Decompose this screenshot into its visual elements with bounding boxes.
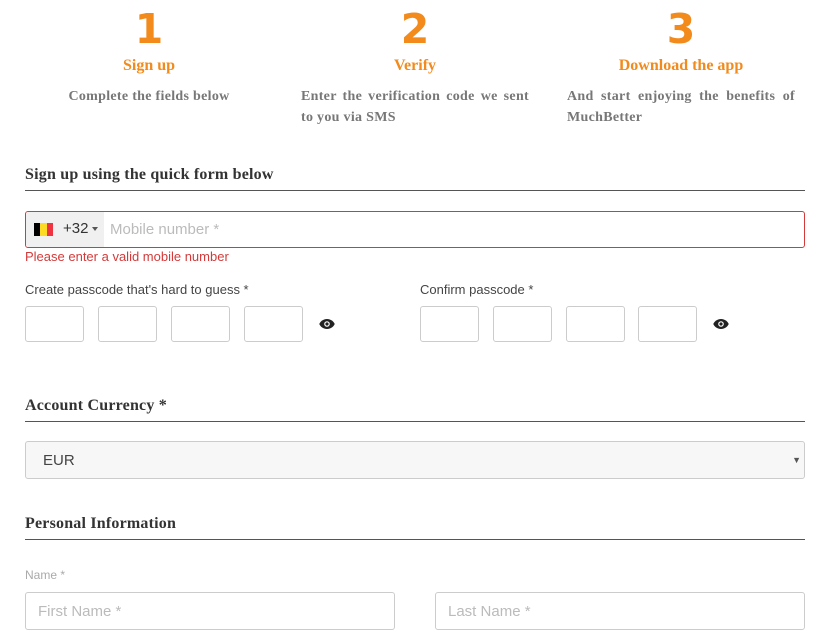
passcode-digit-3[interactable] xyxy=(171,306,230,342)
confirm-digit-1[interactable] xyxy=(420,306,479,342)
step-description: Enter the verification code we sent to y… xyxy=(301,89,529,125)
passcode-digit-4[interactable] xyxy=(244,306,303,342)
name-label: Name * xyxy=(25,568,66,582)
step-title: Download the app xyxy=(618,57,744,74)
confirm-passcode-label: Confirm passcode * xyxy=(420,282,534,297)
step-title: Verify xyxy=(393,57,437,74)
mobile-number-input[interactable] xyxy=(110,212,790,247)
step-description: Complete the fields below xyxy=(68,89,230,104)
eye-icon[interactable] xyxy=(713,318,729,330)
flag-belgium-icon xyxy=(34,223,53,236)
passcode-digit-2[interactable] xyxy=(98,306,157,342)
country-code-selector[interactable]: +32 xyxy=(26,212,104,247)
confirm-digit-3[interactable] xyxy=(566,306,625,342)
step-description: And start enjoying the benefits of MuchB… xyxy=(567,89,795,125)
step-number: 1 xyxy=(134,5,164,53)
phone-error-message: Please enter a valid mobile number xyxy=(25,249,229,264)
personal-information-heading: Personal Information xyxy=(25,515,805,540)
step-number: 3 xyxy=(666,5,696,53)
country-code: +32 xyxy=(63,220,89,237)
quick-form-heading: Sign up using the quick form below xyxy=(25,166,805,191)
eye-icon[interactable] xyxy=(319,318,335,330)
currency-selected-value: EUR xyxy=(43,452,75,469)
passcode-label: Create passcode that's hard to guess * xyxy=(25,282,249,297)
confirm-digit-2[interactable] xyxy=(493,306,552,342)
phone-field: +32 xyxy=(25,211,805,248)
account-currency-heading: Account Currency * xyxy=(25,397,805,422)
passcode-digit-1[interactable] xyxy=(25,306,84,342)
currency-select[interactable]: EUR ▼ xyxy=(25,441,805,479)
last-name-input[interactable] xyxy=(435,592,805,630)
chevron-down-icon xyxy=(92,227,98,231)
step-number: 2 xyxy=(400,5,430,53)
chevron-down-icon: ▼ xyxy=(792,455,801,465)
first-name-input[interactable] xyxy=(25,592,395,630)
step-title: Sign up xyxy=(122,57,176,74)
confirm-digit-4[interactable] xyxy=(638,306,697,342)
